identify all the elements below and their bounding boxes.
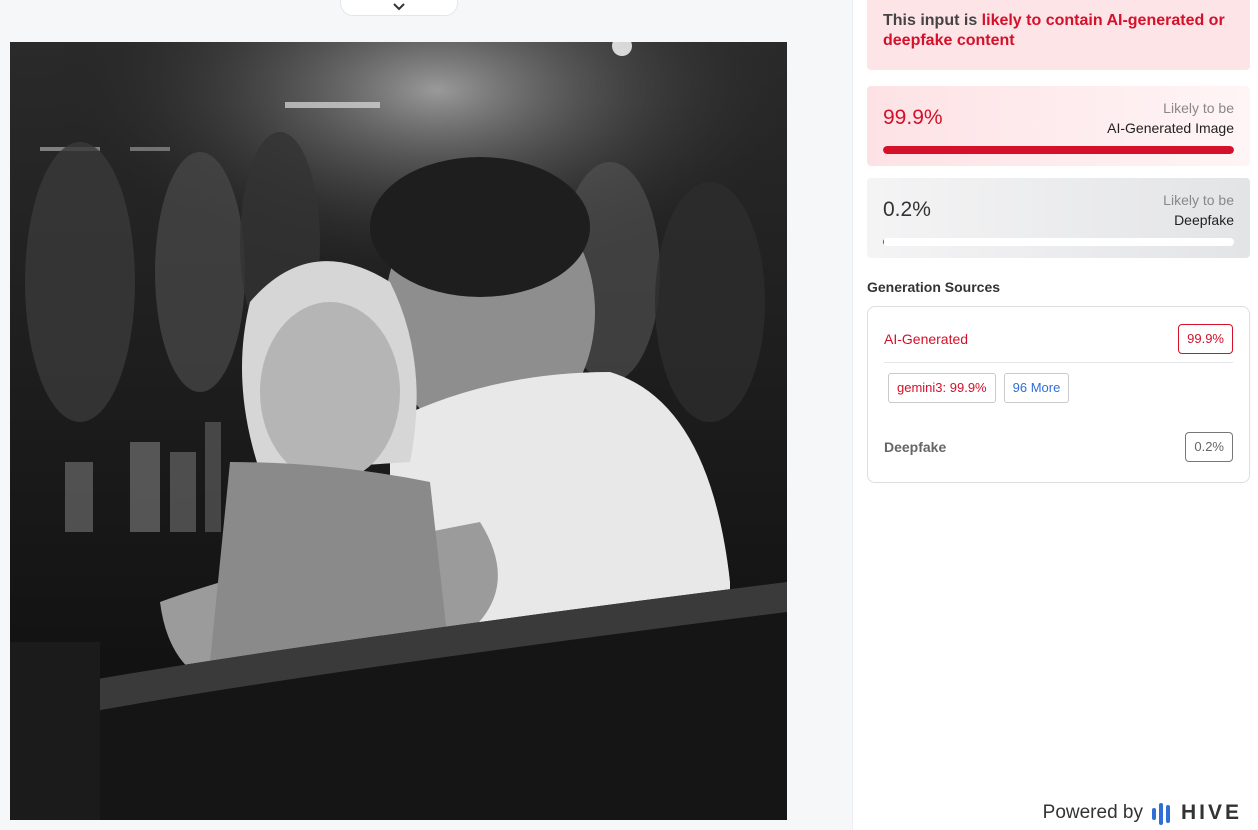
- generation-sources-title: Generation Sources: [867, 279, 1001, 295]
- deepfake-score-card: 0.2% Likely to be Deepfake: [867, 178, 1250, 258]
- deepfake-progress-fill: [883, 238, 885, 246]
- ai-generated-percent: 99.9%: [883, 106, 943, 129]
- hive-logo[interactable]: HIVE: [1151, 801, 1242, 825]
- ai-likely-line1: Likely to be: [1163, 100, 1234, 116]
- deepfake-source-row: Deepfake 0.2%: [884, 431, 1233, 463]
- sources-divider: [884, 362, 1233, 363]
- hive-brand-text: HIVE: [1180, 801, 1242, 824]
- panel-divider: [852, 0, 853, 830]
- deepfake-percent: 0.2%: [883, 198, 931, 221]
- hive-bars-icon: [1151, 803, 1170, 825]
- powered-by-footer: Powered by HIVE: [1043, 801, 1242, 825]
- deepfake-likely: Likely to be Deepfake: [1163, 190, 1234, 230]
- ai-generated-progress-fill: [883, 146, 1234, 154]
- ai-generated-likely: Likely to be AI-Generated Image: [1107, 98, 1234, 138]
- ai-generated-progress-track: [883, 146, 1234, 154]
- analyzed-photo: [10, 42, 787, 820]
- generation-sources-box: AI-Generated 99.9% gemini3: 99.9% 96 Mor…: [867, 306, 1250, 483]
- deepfake-source-label: Deepfake: [884, 439, 947, 455]
- powered-by-text: Powered by: [1042, 802, 1143, 823]
- verdict-banner: This input is likely to contain AI-gener…: [867, 0, 1250, 70]
- verdict-prefix: This input is: [883, 12, 982, 29]
- deepfake-source-value: 0.2%: [1185, 432, 1233, 462]
- ai-generated-source-row: AI-Generated 99.9%: [884, 323, 1233, 355]
- deepfake-progress-track: [883, 238, 1234, 246]
- ai-likely-line2: AI-Generated Image: [1107, 120, 1234, 136]
- more-models-button[interactable]: 96 More: [1003, 373, 1070, 403]
- model-chips: gemini3: 99.9% 96 More: [888, 373, 1070, 403]
- chevron-down-icon: [393, 3, 405, 11]
- ai-generated-source-value: 99.9%: [1178, 324, 1233, 354]
- deepfake-likely-line2: Deepfake: [1174, 212, 1234, 228]
- collapse-toggle[interactable]: [340, 0, 458, 16]
- ai-generated-score-card: 99.9% Likely to be AI-Generated Image: [867, 86, 1250, 166]
- ai-generated-source-label: AI-Generated: [884, 331, 969, 347]
- model-chip-gemini3[interactable]: gemini3: 99.9%: [888, 373, 996, 403]
- image-viewer: [0, 0, 852, 830]
- deepfake-likely-line1: Likely to be: [1163, 192, 1234, 208]
